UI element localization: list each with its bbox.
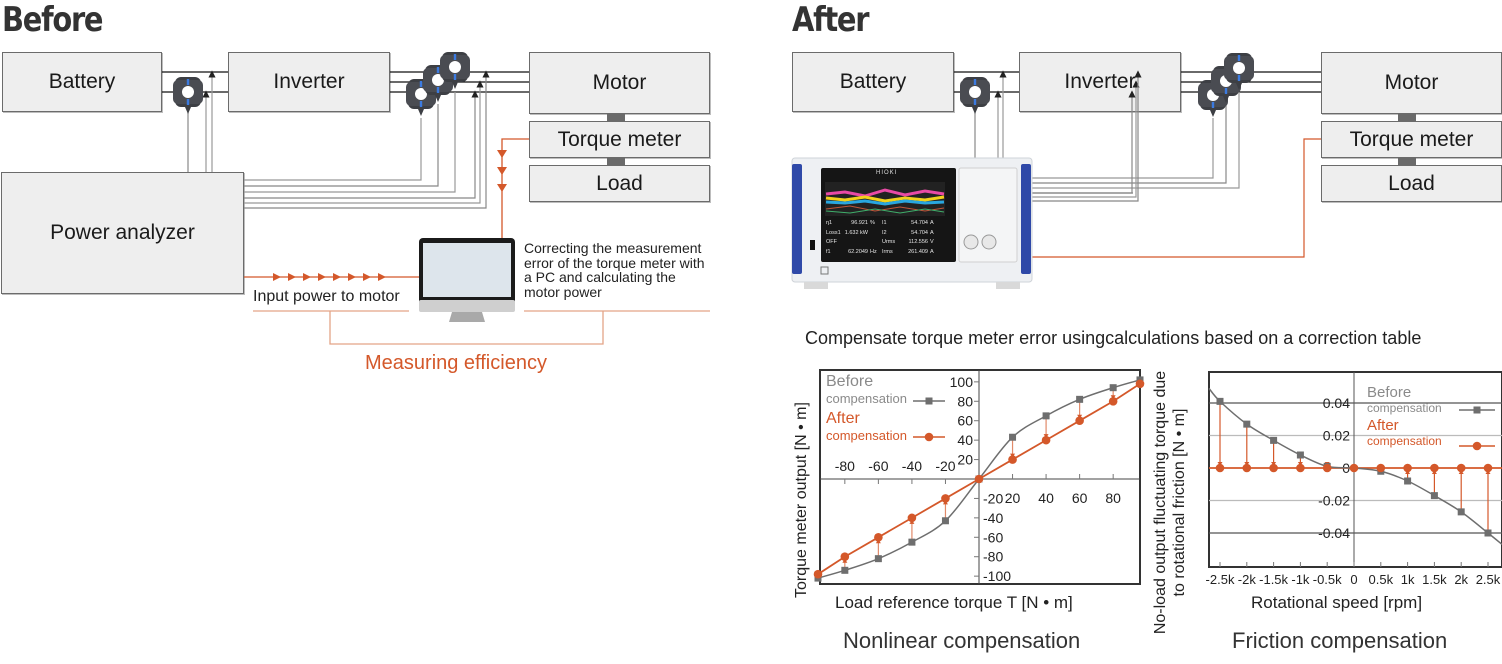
before-point	[1457, 508, 1465, 516]
after-point	[1376, 463, 1386, 473]
legend-after: After	[1367, 417, 1399, 434]
before-point	[1243, 420, 1251, 428]
friction-chart: 0.04 0.02 0 -0.02 -0.04 -2.5k -2k -1.5k -1k -0.5k…	[1206, 371, 1502, 587]
x-tick-label: 2k	[1454, 572, 1468, 587]
legend-before: Before	[1367, 384, 1412, 401]
before-point	[1296, 451, 1304, 459]
after-point	[1430, 463, 1439, 473]
chart2-ylabel: No-load output fluctuating torque due to…	[1151, 365, 1189, 640]
x-tick-label: 0.5k	[1369, 572, 1394, 587]
x-tick-label: -1k	[1291, 572, 1310, 587]
x-tick-label: 1.5k	[1422, 572, 1447, 587]
after-point	[1296, 463, 1305, 473]
before-point	[1216, 397, 1224, 405]
legend-before-marker	[1473, 406, 1481, 414]
after-point	[1215, 463, 1225, 473]
x-tick-label: -1.5k	[1259, 572, 1288, 587]
x-tick-label: 2.5k	[1476, 572, 1501, 587]
y-tick-label: 0.02	[1323, 428, 1350, 444]
chart2-xlabel: Rotational speed [rpm]	[1251, 593, 1423, 612]
y-tick-label: -0.04	[1318, 525, 1350, 541]
legend-after-marker	[1472, 441, 1482, 451]
x-tick-label: -2.5k	[1206, 572, 1235, 587]
after-point	[1456, 463, 1466, 473]
legend-after-sub: compensation	[1367, 434, 1442, 448]
legend-before-sub: compensation	[1367, 401, 1442, 415]
before-point	[1430, 492, 1438, 500]
after-point	[1483, 463, 1493, 473]
x-tick-label: 0	[1350, 572, 1357, 587]
after-point	[1322, 463, 1332, 473]
x-tick-label: -2k	[1238, 572, 1257, 587]
after-point	[1269, 463, 1278, 473]
chart2-legend: Before compensation After compensation	[1367, 385, 1442, 447]
after-point	[1403, 463, 1412, 473]
before-point	[1270, 436, 1278, 444]
after-point	[1349, 463, 1359, 473]
chart2-title: Friction compensation	[1232, 628, 1448, 653]
x-tick-label: 1k	[1401, 572, 1415, 587]
chart2-ylabel-text: No-load output fluctuating torque due to…	[1152, 370, 1188, 635]
y-tick-label: -0.02	[1318, 493, 1350, 509]
y-tick-label: 0.04	[1323, 395, 1350, 411]
before-point	[1484, 529, 1492, 537]
before-point	[1404, 477, 1412, 485]
after-point	[1242, 463, 1252, 473]
x-tick-label: -0.5k	[1313, 572, 1342, 587]
